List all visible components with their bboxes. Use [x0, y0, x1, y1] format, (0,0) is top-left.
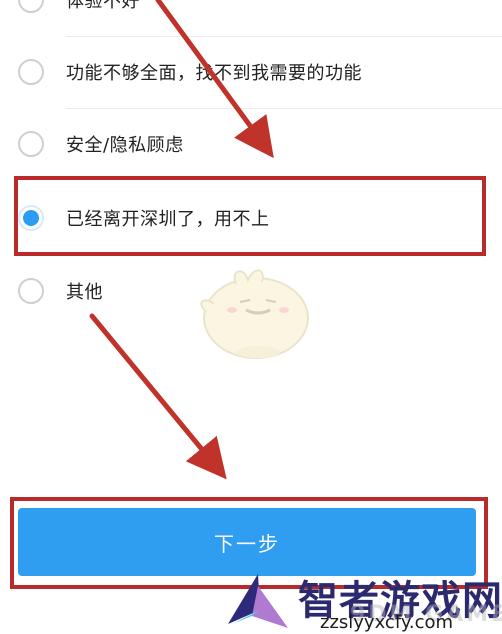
arrow-icon [89, 313, 227, 480]
site-watermark: 智者游戏网 9DM GAME zzslyyxcfy.com [222, 566, 502, 634]
radio-unchecked-icon[interactable] [18, 278, 44, 304]
option-insufficient-features[interactable]: 功能不够全面，找不到我需要的功能 [0, 36, 502, 108]
option-other[interactable]: 其他 [0, 255, 502, 327]
watermark-url: zzslyyxcfy.com [320, 612, 454, 633]
radio-unchecked-icon[interactable] [18, 59, 44, 85]
radio-unchecked-icon[interactable] [18, 131, 44, 157]
option-privacy-concern[interactable]: 安全/隐私顾虑 [0, 108, 502, 180]
radio-unchecked-icon[interactable] [18, 0, 44, 13]
option-bad-experience[interactable]: 体验不好 [0, 0, 502, 36]
feedback-page: 体验不好 功能不够全面，找不到我需要的功能 安全/隐私顾虑 已经离开深圳了，用不… [0, 0, 502, 634]
zhizhe-logo-icon [228, 574, 288, 628]
option-label: 功能不够全面，找不到我需要的功能 [66, 63, 362, 84]
option-label: 安全/隐私顾虑 [66, 135, 184, 156]
option-label: 其他 [66, 282, 103, 303]
option-label: 体验不好 [66, 0, 140, 12]
selected-option-highlight [14, 176, 486, 256]
